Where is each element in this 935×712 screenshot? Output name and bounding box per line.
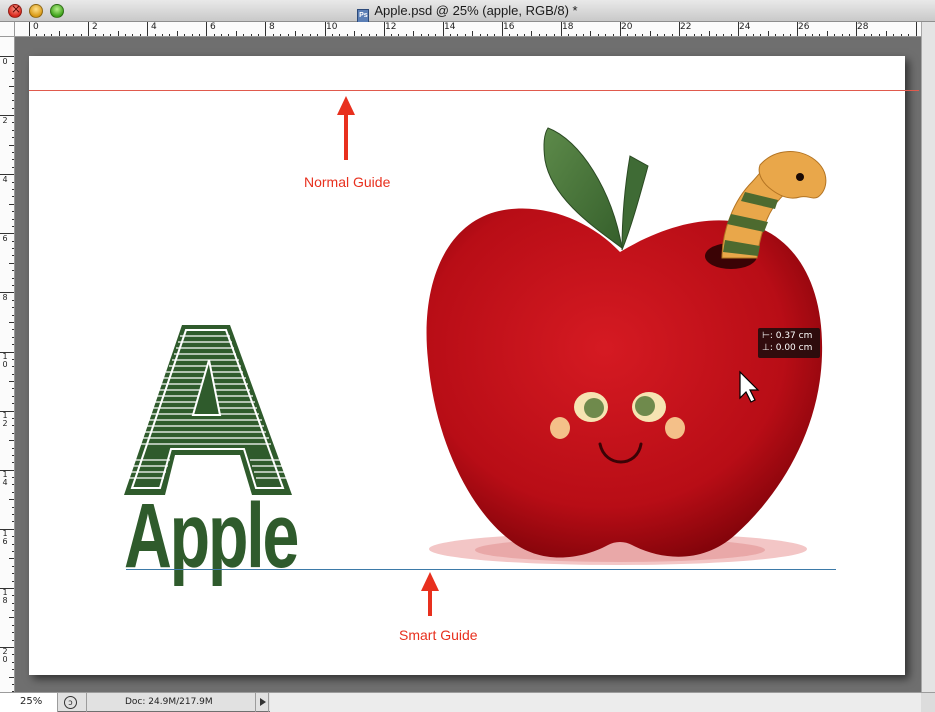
ruler-v-label: 18 xyxy=(2,588,8,605)
ruler-h-label: 26 xyxy=(798,22,810,32)
ruler-h-label: 18 xyxy=(562,22,574,32)
ruler-h-label: 8 xyxy=(269,22,275,32)
horizontal-ruler[interactable]: 0 2 4 6 8 10 12 14 16 18 20 22 24 26 28 xyxy=(15,22,921,37)
vertical-ruler[interactable]: 0 2 4 6 8 10 12 14 16 18 20 xyxy=(0,37,15,692)
ruler-v-label: 0 xyxy=(2,57,8,66)
ruler-origin-corner[interactable] xyxy=(0,22,15,37)
ruler-h-label: 28 xyxy=(857,22,869,32)
measurement-tooltip: ⊢: 0.37 cm ⊥: 0.00 cm xyxy=(758,328,820,358)
ruler-h-label: 4 xyxy=(151,22,157,32)
photoshop-document-window: Ps Apple.psd @ 25% (apple, RGB/8) * 0 2 4… xyxy=(0,0,935,712)
measure-vertical-value: : 0.00 cm xyxy=(769,343,813,353)
ruler-h-label: 20 xyxy=(621,22,633,32)
title-bar[interactable]: Ps Apple.psd @ 25% (apple, RGB/8) * xyxy=(0,0,935,23)
window-resize-grip[interactable] xyxy=(921,693,935,712)
ruler-v-label: 16 xyxy=(2,529,8,546)
vertical-distance-icon: ⊥ xyxy=(762,343,770,353)
smart-guide-line xyxy=(126,569,836,570)
ruler-h-label: 12 xyxy=(385,22,397,32)
window-title: Apple.psd @ 25% (apple, RGB/8) * xyxy=(374,3,578,18)
status-bar: 25% ↄ Doc: 24.9M/217.9M xyxy=(0,692,935,712)
ruler-h-label: 24 xyxy=(739,22,751,32)
ruler-v-label: 14 xyxy=(2,470,8,487)
ruler-v-label: 2 xyxy=(2,116,8,125)
ruler-h-label: 16 xyxy=(503,22,515,32)
ruler-h-label: 6 xyxy=(210,22,216,32)
ruler-v-label: 20 xyxy=(2,647,8,664)
vertical-scrollbar[interactable] xyxy=(921,22,935,692)
ruler-v-label: 4 xyxy=(2,175,8,184)
measure-vertical-row: ⊥: 0.00 cm xyxy=(762,342,816,354)
ruler-v-label: 12 xyxy=(2,411,8,428)
measure-horizontal-value: : 0.37 cm xyxy=(769,331,813,341)
normal-guide-label: Normal Guide xyxy=(304,174,391,190)
ruler-h-label: 22 xyxy=(680,22,692,32)
window-title-group: Ps Apple.psd @ 25% (apple, RGB/8) * xyxy=(0,3,935,23)
ruler-h-label: 14 xyxy=(444,22,456,32)
ruler-h-label: 0 xyxy=(33,22,39,32)
horizontal-scrollbar[interactable] xyxy=(270,693,921,712)
zoom-level-field[interactable]: 25% xyxy=(0,693,58,712)
ruler-v-label: 8 xyxy=(2,293,8,302)
ruler-v-label: 10 xyxy=(2,352,8,369)
psd-file-icon: Ps xyxy=(357,9,370,23)
ruler-h-label: 10 xyxy=(326,22,338,32)
status-info-icon[interactable]: ↄ xyxy=(64,696,77,709)
measure-horizontal-row: ⊢: 0.37 cm xyxy=(762,330,816,342)
document-size-info: Doc: 24.9M/217.9M xyxy=(86,693,254,712)
smart-guide-label: Smart Guide xyxy=(399,627,478,643)
normal-guide-line[interactable] xyxy=(29,90,919,91)
status-menu-arrow-button[interactable] xyxy=(255,693,269,712)
horizontal-distance-icon: ⊢ xyxy=(762,331,770,341)
ruler-v-label: 6 xyxy=(2,234,8,243)
ruler-h-label: 2 xyxy=(92,22,98,32)
